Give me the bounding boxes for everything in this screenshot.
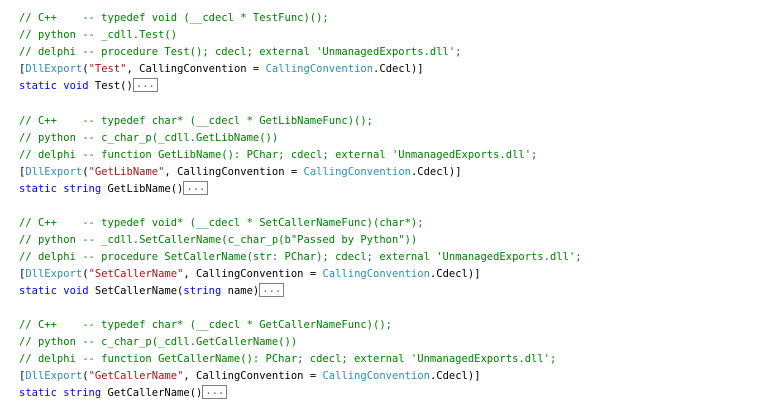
signature-name: GetLibName( [101,183,178,195]
collapsed-region-button[interactable]: ... [183,181,209,195]
signature-keywords: static string [19,183,102,195]
attr-calling-convention-type: CallingConvention [265,63,374,75]
attr-export-name: "GetCallerName" [88,370,184,382]
cpp-comment-line: // C++ -- typedef char* (__cdecl * GetCa… [19,319,392,331]
signature-keywords: static void [19,285,89,297]
signature-keywords: static void [19,80,89,92]
dllexport-attribute-line: [DllExport("Test", CallingConvention = C… [19,61,424,78]
code-editor[interactable]: // C++ -- typedef void (__cdecl * TestFu… [0,0,780,407]
attr-cdecl: .Cdecl)] [429,268,481,280]
cpp-comment-line: // C++ -- typedef void (__cdecl * TestFu… [19,12,329,24]
delphi-comment-line: // delphi -- function GetCallerName(): P… [19,353,557,365]
attr-mid: , CallingConvention = [164,166,304,178]
dllexport-attribute-line: [DllExport("GetCallerName", CallingConve… [19,368,481,385]
python-comment-line: // python -- c_char_p(_cdll.GetCallerNam… [19,336,298,348]
attr-calling-convention-type: CallingConvention [322,370,430,382]
delphi-comment-line: // delphi -- function GetLibName(): PCha… [19,149,538,161]
param-name: name [221,285,253,297]
delphi-comment-line: // delphi -- procedure SetCallerName(str… [19,251,582,263]
attr-mid: , CallingConvention = [183,268,323,280]
signature-name: GetCallerName( [101,387,197,399]
python-comment-line: // python -- _cdll.Test() [19,29,178,41]
method-signature-line: static string GetLibName()... [19,181,209,198]
python-comment-line: // python -- _cdll.SetCallerName(c_char_… [19,234,418,246]
attr-mid: , CallingConvention = [183,370,323,382]
attr-cdecl: .Cdecl)] [410,166,462,178]
dllexport-attribute-line: [DllExport("GetLibName", CallingConventi… [19,164,462,181]
signature-name: Test( [88,80,127,92]
attr-name: DllExport [25,166,83,178]
collapsed-region-button[interactable]: ... [132,78,158,92]
cpp-comment-line: // C++ -- typedef void* (__cdecl * SetCa… [19,217,424,229]
dllexport-attribute-line: [DllExport("SetCallerName", CallingConve… [19,266,481,283]
attr-name: DllExport [25,268,83,280]
signature-keywords: static string [19,387,102,399]
method-signature-line: static void Test()... [19,78,158,95]
signature-name: SetCallerName( [88,285,184,297]
delphi-comment-line: // delphi -- procedure Test(); cdecl; ex… [19,46,462,58]
collapsed-region-button[interactable]: ... [259,283,285,297]
attr-mid: , CallingConvention = [126,63,266,75]
collapsed-region-button[interactable]: ... [202,385,228,399]
attr-cdecl: .Cdecl)] [429,370,481,382]
method-signature-line: static string GetCallerName()... [19,385,228,402]
attr-export-name: "GetLibName" [88,166,165,178]
cpp-comment-line: // C++ -- typedef char* (__cdecl * GetLi… [19,115,374,127]
method-signature-line: static void SetCallerName(string name)..… [19,283,285,300]
attr-cdecl: .Cdecl)] [373,63,424,75]
attr-name: DllExport [25,63,83,75]
param-type: string [183,285,222,297]
attr-calling-convention-type: CallingConvention [322,268,430,280]
attr-name: DllExport [25,370,83,382]
attr-calling-convention-type: CallingConvention [303,166,411,178]
attr-export-name: "SetCallerName" [88,268,184,280]
attr-export-name: "Test" [88,63,127,75]
python-comment-line: // python -- c_char_p(_cdll.GetLibName()… [19,132,279,144]
